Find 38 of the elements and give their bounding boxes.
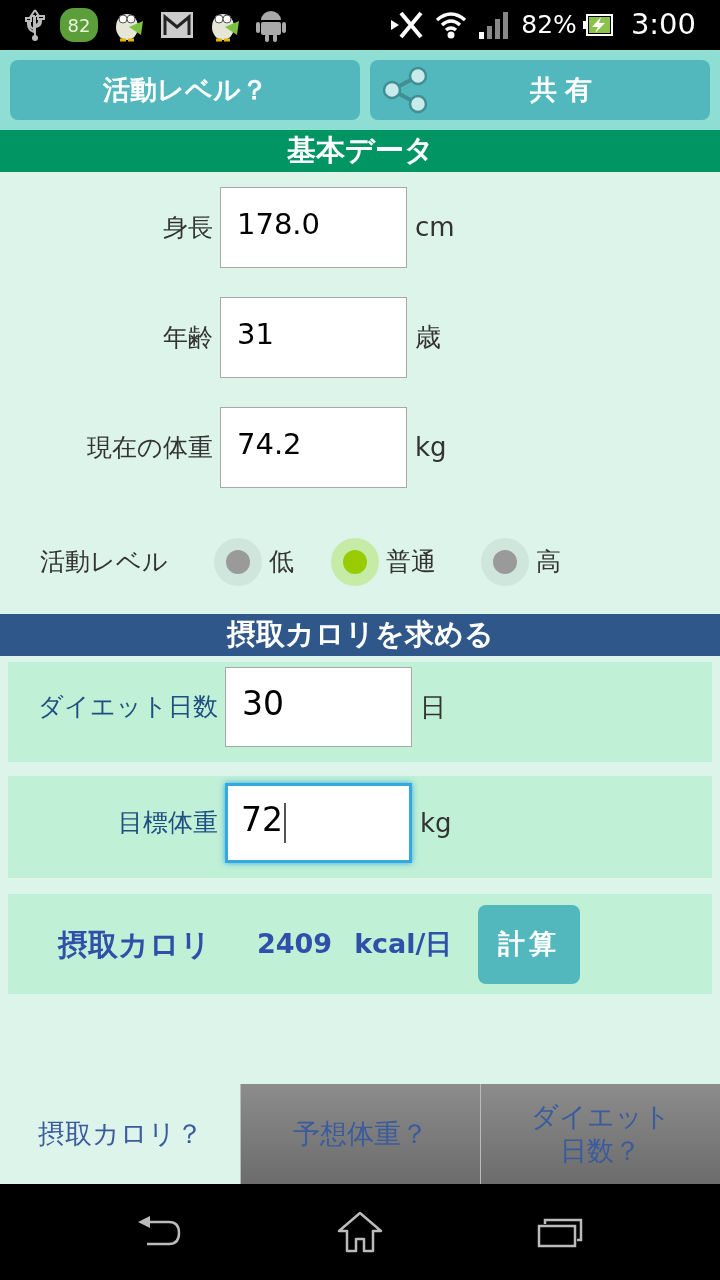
text-cursor-icon [284,803,286,843]
battery-percentage: 82% [521,9,577,42]
radio-option[interactable]: 高 [480,537,561,587]
count-badge: 82 [60,8,98,42]
field-label: 年齢 [162,321,214,354]
unit-label: cm [415,211,455,244]
crossed-signal-icon [389,10,424,40]
home-icon [337,1211,383,1253]
robot-icon [256,8,286,42]
activity-level-label: 活動レベル [40,546,169,579]
clock-time: 3:00 [630,6,696,44]
unit-label: kg [415,431,447,464]
section-header: 摂取カロリを求める [0,614,720,656]
recent-apps-icon [537,1216,583,1248]
input-field[interactable]: 178.0 [220,187,407,268]
field-label: ダイエット日数 [37,691,219,724]
result-value: 2409 [257,926,333,961]
usb-icon [24,8,46,42]
field-label: 目標体重 [117,807,219,840]
result-label: 摂取カロリ [58,925,211,964]
unit-label: 歳 [415,321,441,354]
field-label: 現在の体重 [86,431,214,464]
mail-icon [160,11,194,39]
unit-label: 日 [420,690,446,724]
battery-charging-icon [582,14,613,36]
unit-label: kg [420,806,452,840]
section-header: 基本データ [0,130,720,172]
wifi-icon [435,11,468,39]
share-icon [380,65,430,115]
radio-option[interactable]: 低 [213,537,294,587]
radio-option[interactable]: 普通 [330,537,436,587]
field-label: 身長 [162,211,214,244]
input-field[interactable]: 72 [225,783,412,863]
input-field[interactable]: 74.2 [220,407,407,488]
input-field[interactable]: 30 [225,667,412,747]
signal-icon [479,11,510,39]
result-unit: kcal/日 [354,926,453,961]
input-field[interactable]: 31 [220,297,407,378]
